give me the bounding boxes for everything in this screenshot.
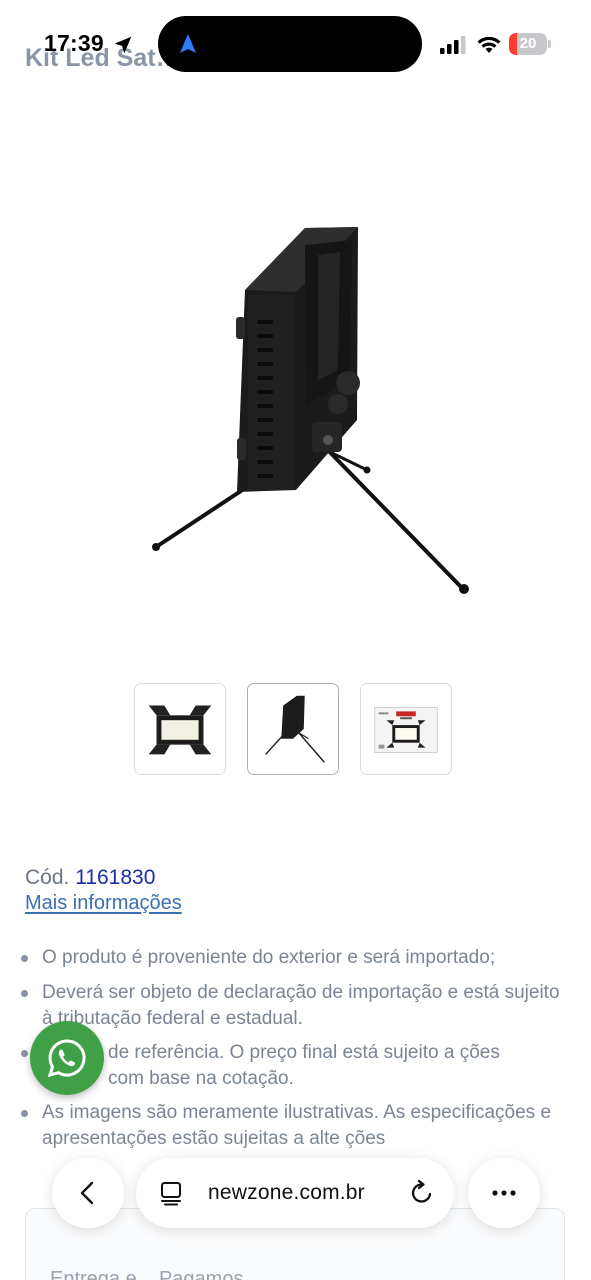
status-time: 17:39 <box>44 30 104 56</box>
delivery-card-title: Entrega e... Pagamos <box>50 1268 244 1280</box>
thumbnail-image <box>265 695 325 763</box>
bullet-icon <box>21 955 28 962</box>
thumbnail-image <box>148 705 212 755</box>
back-button[interactable] <box>52 1158 124 1228</box>
navigation-arrow-icon <box>180 34 196 53</box>
bullet-icon <box>21 990 28 997</box>
bullet-icon <box>21 1050 28 1057</box>
notice-item: O produto é proveniente do exterior e se… <box>42 947 496 968</box>
thumbnail-3[interactable] <box>360 683 452 775</box>
whatsapp-button[interactable] <box>30 1021 104 1095</box>
thumbnail-image <box>374 706 438 753</box>
ellipsis-icon <box>492 1190 516 1196</box>
notice-item: de referência. O preço final está sujeit… <box>108 1042 500 1089</box>
thumbnail-1[interactable] <box>134 683 226 775</box>
reload-icon[interactable] <box>408 1179 436 1207</box>
thumbnail-2[interactable] <box>247 683 339 775</box>
battery-cap <box>548 40 551 48</box>
battery-icon: 20 <box>509 33 547 55</box>
wifi-icon <box>477 36 501 53</box>
more-options-button[interactable] <box>468 1158 540 1228</box>
whatsapp-icon <box>47 1039 86 1078</box>
tabs-icon[interactable] <box>158 1180 184 1206</box>
address-bar[interactable]: newzone.com.br <box>136 1158 454 1228</box>
cellular-signal-icon <box>440 36 466 54</box>
battery-level: 20 <box>519 35 537 52</box>
url-text[interactable]: newzone.com.br <box>208 1181 365 1205</box>
notice-item: Deverá ser objeto de declaração de impor… <box>42 982 560 1029</box>
chevron-left-icon <box>80 1181 94 1205</box>
bullet-icon <box>21 1110 28 1117</box>
product-code: Cód. 1161830 <box>25 866 155 890</box>
product-main-image[interactable] <box>100 200 500 620</box>
product-code-value: 1161830 <box>75 866 156 889</box>
more-info-link[interactable]: Mais informações <box>25 892 182 915</box>
location-arrow-icon <box>114 36 132 54</box>
product-code-label: Cód. <box>25 866 70 889</box>
